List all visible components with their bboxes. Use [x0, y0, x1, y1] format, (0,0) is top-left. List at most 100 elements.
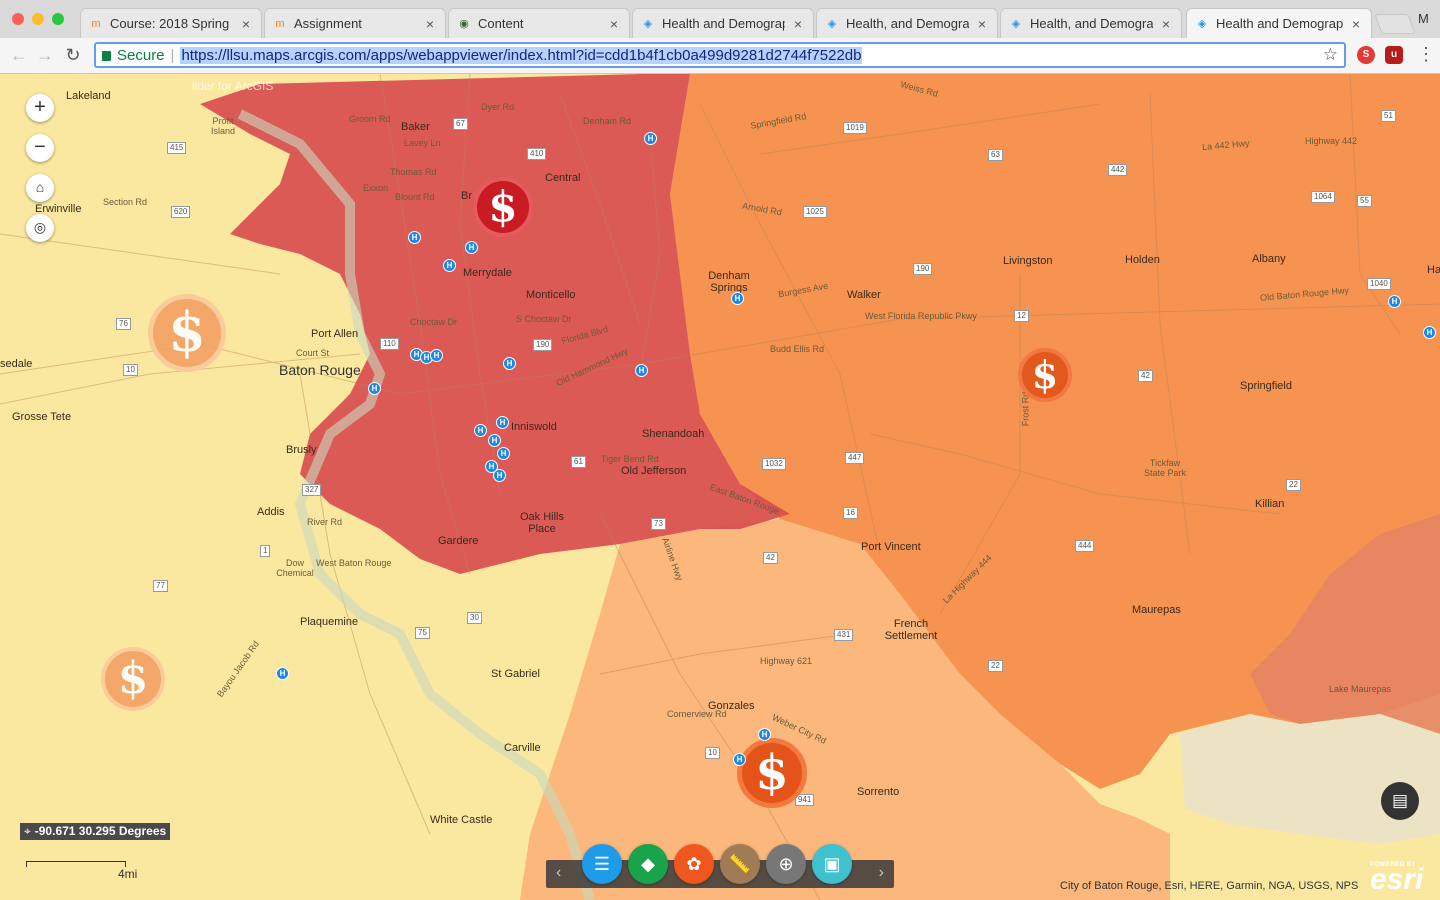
lock-icon — [102, 51, 111, 61]
hospital-marker[interactable]: H — [503, 357, 516, 370]
hospital-marker[interactable]: H — [758, 728, 771, 741]
dollar-sign-marker[interactable]: $ — [148, 294, 226, 372]
hospital-marker[interactable]: H — [733, 753, 746, 766]
secure-indicator[interactable]: Secure — [102, 47, 165, 64]
esri-logo[interactable]: POWERED BY esri — [1370, 862, 1423, 895]
route-shield: 73 — [651, 518, 666, 530]
browser-menu-icon[interactable]: ⋮ — [1417, 44, 1435, 65]
address-bar[interactable]: Secure | https://llsu.maps.arcgis.com/ap… — [94, 42, 1346, 68]
globe-icon: ◉ — [459, 18, 469, 30]
dollar-sign-marker[interactable]: $ — [1018, 348, 1072, 402]
legend-widget-button[interactable]: ☰ — [582, 844, 622, 884]
tab-bar: m Course: 2018 Spring G × m Assignment ×… — [0, 0, 1440, 38]
browser-tab[interactable]: ◉ Content × — [448, 8, 630, 38]
place-label: Grosse Tete — [12, 411, 72, 423]
place-label: Holden — [1125, 254, 1160, 266]
basemap-gallery-widget-button[interactable]: ✿ — [674, 844, 714, 884]
close-tab-icon[interactable]: × — [791, 16, 805, 32]
close-tab-icon[interactable]: × — [423, 16, 437, 32]
map-view[interactable]: Lakeland Baker Central Merrydale Montice… — [0, 74, 1440, 900]
hospital-marker[interactable]: H — [1388, 295, 1401, 308]
close-tab-icon[interactable]: × — [975, 16, 989, 32]
road-label: Groom Rd — [349, 114, 391, 124]
previous-arrow-icon[interactable]: ‹ — [556, 864, 561, 882]
hospital-marker[interactable]: H — [430, 349, 443, 362]
url-text[interactable]: https://llsu.maps.arcgis.com/apps/webapp… — [180, 46, 863, 64]
browser-tab[interactable]: m Course: 2018 Spring G × — [80, 8, 262, 38]
hospital-marker[interactable]: H — [408, 231, 421, 244]
directions-widget-button[interactable]: ⊕ — [766, 844, 806, 884]
crosshair-icon: ⌖ — [24, 824, 31, 838]
hospital-marker[interactable]: H — [368, 382, 381, 395]
close-tab-icon[interactable]: × — [239, 16, 253, 32]
close-window-button[interactable] — [12, 13, 24, 25]
route-shield: 55 — [1357, 195, 1372, 207]
attribute-table-button[interactable]: ▤ — [1381, 782, 1419, 820]
browser-tab-active[interactable]: ◈ Health and Demograph × — [1186, 8, 1372, 38]
route-shield: 1040 — [1367, 278, 1391, 290]
new-tab-button[interactable] — [1374, 14, 1416, 34]
hospital-marker[interactable]: H — [465, 241, 478, 254]
hospital-marker[interactable]: H — [497, 447, 510, 460]
hospital-marker[interactable]: H — [731, 292, 744, 305]
arcgis-icon: ◈ — [827, 18, 837, 30]
zoom-out-button[interactable]: − — [26, 134, 54, 162]
extension-icon[interactable]: S — [1357, 46, 1375, 64]
hospital-marker[interactable]: H — [644, 132, 657, 145]
layer-list-widget-button[interactable]: ◆ — [628, 844, 668, 884]
close-tab-icon[interactable]: × — [607, 16, 621, 32]
bookmark-star-icon[interactable]: ☆ — [1323, 45, 1338, 65]
measurement-widget-button[interactable]: 📏 — [720, 844, 760, 884]
route-shield: 16 — [843, 507, 858, 519]
road-label: West Baton Rouge — [316, 558, 392, 568]
coordinate-text: -90.671 30.295 Degrees — [34, 824, 167, 838]
browser-tab[interactable]: ◈ Health, and Demograp × — [816, 8, 998, 38]
road-label: Highway 621 — [760, 656, 813, 666]
place-label: Dow Chemical — [276, 558, 314, 578]
my-location-button[interactable]: ◎ — [26, 214, 54, 242]
browser-tab[interactable]: m Assignment × — [264, 8, 446, 38]
route-shield: 22 — [988, 660, 1003, 672]
profile-button[interactable]: M — [1418, 11, 1429, 26]
home-icon: ⌂ — [35, 179, 45, 195]
print-widget-button[interactable]: ▣ — [812, 844, 852, 884]
road-label: Tickfaw State Park — [1143, 458, 1187, 478]
road-label: Exxon — [363, 183, 389, 193]
coordinate-readout[interactable]: ⌖ -90.671 30.295 Degrees — [20, 823, 171, 840]
place-label: Carville — [504, 742, 541, 754]
route-shield: 12 — [1014, 310, 1029, 322]
route-shield: 1032 — [762, 458, 786, 470]
road-label: Dyer Rd — [481, 102, 515, 112]
browser-tab[interactable]: ◈ Health and Demograph × — [632, 8, 814, 38]
next-arrow-icon[interactable]: › — [879, 864, 884, 882]
reload-icon[interactable]: ↻ — [62, 44, 84, 66]
dollar-sign-marker[interactable]: $ — [737, 738, 807, 808]
close-tab-icon[interactable]: × — [1349, 16, 1363, 32]
place-label: Springfield — [1240, 380, 1292, 392]
home-button[interactable]: ⌂ — [26, 174, 54, 202]
secure-label: Secure — [117, 46, 165, 64]
hospital-marker[interactable]: H — [493, 469, 506, 482]
browser-tab[interactable]: ◈ Health, and Demograp × — [1000, 8, 1182, 38]
close-tab-icon[interactable]: × — [1159, 16, 1173, 32]
scale-bar — [26, 861, 126, 867]
hospital-marker[interactable]: H — [276, 667, 289, 680]
dollar-sign-marker[interactable]: $ — [473, 177, 533, 237]
hospital-marker[interactable]: H — [443, 259, 456, 272]
route-shield: 77 — [153, 580, 168, 592]
place-label: Baker — [401, 121, 430, 133]
place-label: Old Jefferson — [621, 465, 687, 477]
hospital-marker[interactable]: H — [1423, 326, 1436, 339]
road-label: Tiger Bend Rd — [601, 454, 659, 464]
back-arrow-icon[interactable]: ← — [8, 44, 30, 66]
hospital-marker[interactable]: H — [635, 364, 648, 377]
minimize-window-button[interactable] — [32, 13, 44, 25]
maximize-window-button[interactable] — [52, 13, 64, 25]
ublock-shield-icon[interactable]: u — [1385, 46, 1403, 64]
dollar-sign-marker[interactable]: $ — [101, 647, 165, 711]
hospital-marker[interactable]: H — [474, 424, 487, 437]
forward-arrow-icon[interactable]: → — [34, 44, 56, 66]
hospital-marker[interactable]: H — [488, 434, 501, 447]
zoom-in-button[interactable]: + — [26, 94, 54, 122]
hospital-marker[interactable]: H — [496, 416, 509, 429]
